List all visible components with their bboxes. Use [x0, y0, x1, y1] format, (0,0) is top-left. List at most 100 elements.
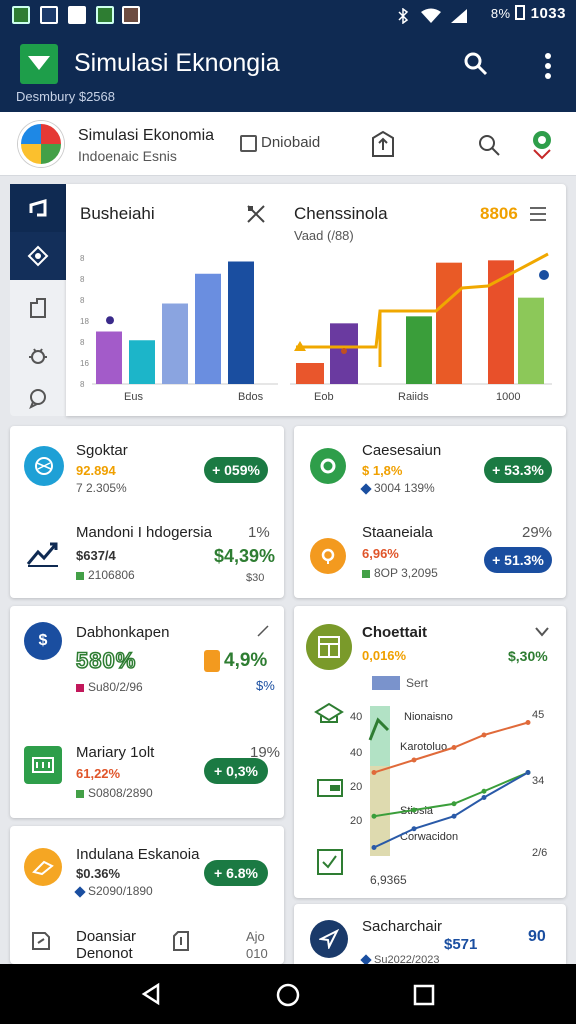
metric-subvalue: S0808/2890	[88, 786, 153, 800]
sidebar	[10, 184, 66, 416]
metric-name: Indulana Eskanoia	[76, 846, 200, 863]
metric-row: Indulana Eskanoia $0.36% S2090/1890 + 6.…	[10, 826, 284, 906]
system-navbar	[0, 964, 576, 1024]
recents-icon[interactable]	[413, 984, 435, 1006]
metric-row: Mariary 1olt 19% 61,22% S0808/2890 + 0,3…	[10, 726, 284, 818]
bar	[96, 331, 122, 384]
battery-icon	[514, 5, 525, 20]
y-tick-label: 8	[80, 254, 85, 263]
tools-icon[interactable]	[246, 204, 266, 224]
y-tick-label: 40	[350, 711, 362, 723]
metric-right-value: 90	[528, 928, 546, 945]
metric-card-1[interactable]: Sgoktar 92.894 7 2.305% + 059% Mandoni I…	[10, 426, 284, 598]
metric-subvalue: 8OP 3,2095	[374, 566, 438, 580]
home-icon	[29, 199, 47, 217]
y-tick-label: 20	[350, 781, 362, 793]
search-icon[interactable]	[476, 132, 502, 158]
metric-change: $4,39%	[214, 546, 276, 566]
metric-card-4[interactable]: Indulana Eskanoia $0.36% S2090/1890 + 6.…	[10, 826, 284, 964]
series-marker	[106, 316, 114, 325]
metric-change-badge: + 6.8%	[204, 860, 268, 886]
bulb-icon	[310, 538, 346, 574]
data-point	[371, 813, 377, 819]
y-tick-label: 34	[532, 775, 544, 787]
wifi-icon	[421, 8, 441, 23]
bar	[162, 303, 188, 384]
metric-change-secondary: $%	[256, 678, 275, 693]
profile-strip: Simulasi Ekonomia Indoenaic Esnis Dnioba…	[0, 112, 576, 176]
menu-icon[interactable]	[528, 206, 548, 222]
y-tick-label: 2/6	[532, 847, 547, 859]
metric-value: 0,016%	[362, 648, 407, 663]
data-point	[411, 807, 417, 813]
more-options-icon[interactable]	[538, 52, 558, 80]
app-title: Simulasi Eknongia	[74, 49, 280, 77]
metric-change: $,30%	[508, 648, 548, 664]
chat-icon	[29, 389, 46, 409]
metric-value: $ 1,8%	[362, 463, 403, 478]
edit-icon[interactable]	[256, 624, 270, 638]
data-point	[481, 795, 487, 800]
series-label: Corwacidon	[400, 831, 458, 843]
metric-row: Sgoktar 92.894 7 2.305% + 059%	[10, 426, 284, 512]
metric-row: Doansiar Denonot Ajo 010	[10, 912, 284, 964]
app-logo-icon	[20, 44, 58, 84]
data-point	[451, 801, 457, 807]
metric-name: Sgoktar	[76, 442, 128, 459]
metric-change-badge: + 51.3%	[484, 547, 552, 573]
dollar-icon: $	[24, 622, 62, 660]
data-point	[371, 770, 377, 775]
bar	[436, 262, 462, 384]
chevron-down-icon[interactable]	[534, 626, 550, 638]
metric-subvalue: 2106806	[88, 568, 135, 582]
sidebar-item-home[interactable]	[10, 184, 66, 232]
metric-name: Sacharchair	[362, 918, 443, 935]
x-tick-label: Eus	[124, 391, 143, 403]
photo-icon	[96, 6, 114, 24]
sidebar-item-settings[interactable]	[10, 332, 66, 380]
school-icon	[314, 702, 344, 723]
x-tick-label: Raiids	[398, 391, 429, 403]
metric-name: Doansiar Denonot	[76, 928, 137, 962]
sidebar-item-files[interactable]	[10, 284, 66, 332]
metric-value: $637/4	[76, 548, 116, 563]
line-chart-card[interactable]: Choettait 0,016% $,30% Sert 40 40 20 20 45 34…	[294, 606, 566, 898]
y-tick-label: 8	[80, 275, 85, 284]
back-icon[interactable]	[140, 982, 164, 1006]
data-point	[451, 813, 457, 819]
bluetooth-icon	[398, 8, 409, 24]
legend-swatch	[372, 676, 400, 690]
left-chart-title: Busheiahi	[80, 204, 155, 223]
metric-row: Caesesaiun $ 1,8% 3004 139% + 53.3%	[294, 426, 566, 512]
leaf-icon	[310, 448, 346, 484]
y-tick-label: 8	[80, 338, 85, 347]
sidebar-item-chat[interactable]	[10, 374, 66, 422]
notification-icon	[12, 6, 30, 24]
series-label: Nionaisno	[404, 711, 453, 723]
metric-card-5[interactable]: Sacharchair $571 90 Su2022/2023	[294, 904, 566, 966]
upload-icon[interactable]	[370, 130, 396, 158]
line-chart: 4040202045342/6NionaisnoKarotoluoStiosia…	[350, 706, 547, 887]
bar	[406, 316, 432, 384]
data-point	[371, 845, 377, 850]
avatar[interactable]	[18, 121, 64, 167]
dashboard-checkbox[interactable]	[240, 135, 257, 152]
metric-change: 4,9%	[224, 650, 268, 671]
location-pin-icon[interactable]	[528, 128, 556, 160]
y-tick-label: 8	[80, 380, 85, 389]
chart-panel: Busheiahi Chenssinola Vaad (/88) 8806 81…	[66, 184, 566, 416]
search-icon[interactable]	[462, 50, 488, 76]
metric-card-2[interactable]: Caesesaiun $ 1,8% 3004 139% + 53.3% Staa…	[294, 426, 566, 598]
calculator-icon	[306, 624, 352, 670]
sidebar-item-explore[interactable]	[10, 232, 66, 280]
metric-row: Mandoni I hdogersia 1% $637/4 2106806 $4…	[10, 512, 284, 598]
document-icon[interactable]	[172, 930, 190, 952]
metric-name: Mandoni I hdogersia	[76, 524, 212, 541]
right-chart-value: 8806	[480, 204, 518, 223]
bar	[129, 340, 155, 384]
right-bar-chart: Eob Raiids 1000	[290, 252, 552, 403]
metric-card-3[interactable]: $ Dabhonkapen 580% Su80/2/96 4,9% $% Mar…	[10, 606, 284, 818]
home-icon[interactable]	[275, 982, 301, 1008]
right-chart-title: Chenssinola	[294, 204, 388, 223]
money-icon	[24, 746, 62, 784]
